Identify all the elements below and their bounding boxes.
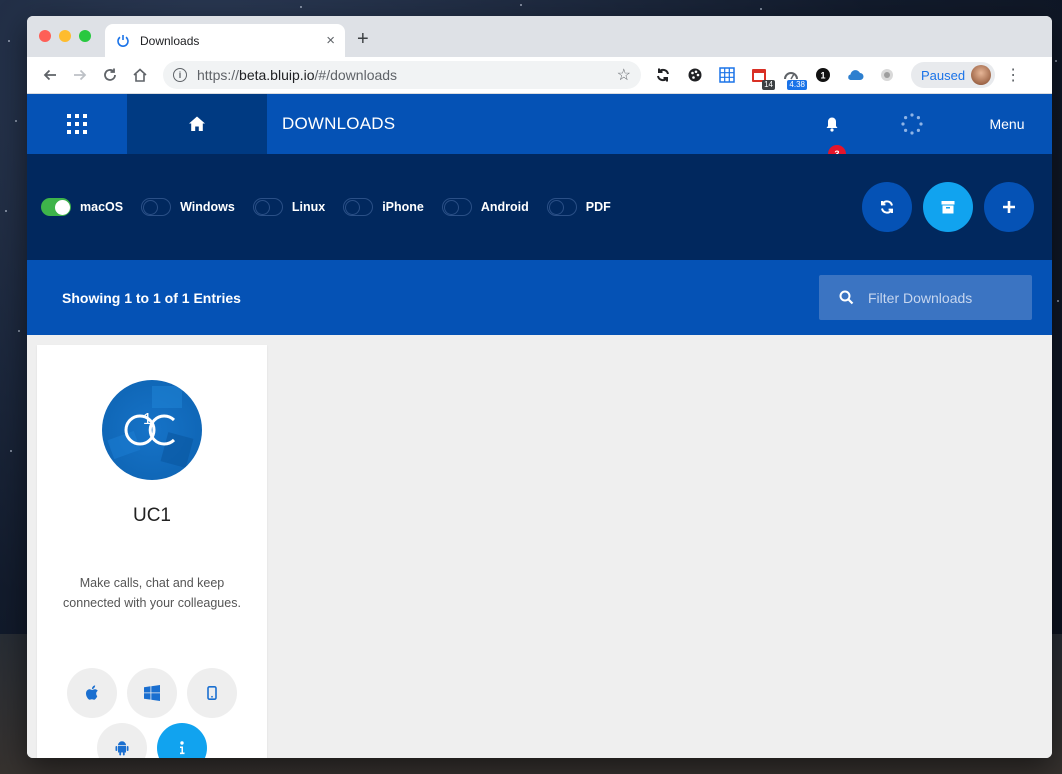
tab-title: Downloads — [140, 33, 200, 48]
filter-android[interactable]: Android — [441, 198, 529, 216]
archive-icon — [941, 201, 955, 214]
maximize-window-button[interactable] — [79, 30, 91, 42]
avatar — [971, 65, 992, 85]
download-mobile-button[interactable] — [187, 668, 237, 718]
add-button[interactable] — [984, 182, 1034, 232]
plus-icon — [1003, 201, 1015, 213]
filter-label: iPhone — [382, 200, 424, 214]
info-icon — [180, 741, 185, 755]
home-nav-icon — [189, 116, 205, 131]
filter-windows[interactable]: Windows — [141, 198, 235, 216]
download-android-button[interactable] — [97, 723, 147, 758]
entries-summary: Showing 1 to 1 of 1 Entries — [62, 289, 241, 306]
info-button[interactable] — [157, 723, 207, 758]
filter-label: Windows — [180, 200, 235, 214]
app-name: UC1 — [132, 505, 171, 526]
home-icon[interactable] — [125, 61, 155, 89]
app-description: Make calls, chat and keep connected with… — [63, 576, 241, 610]
filter-pdf[interactable]: PDF — [546, 198, 611, 216]
action-buttons — [862, 182, 1034, 232]
new-tab-button[interactable]: + — [357, 28, 369, 51]
minimize-window-button[interactable] — [59, 30, 71, 42]
site-info-icon[interactable]: i — [173, 68, 187, 82]
apple-icon — [86, 685, 98, 700]
app-header: DOWNLOADS 3 Menu — [27, 94, 1052, 163]
browser-toolbar: i https:// beta.bluip.io /#/downloads ☆ … — [27, 57, 1052, 94]
loading-dots-icon — [862, 94, 962, 154]
speed-icon[interactable]: 4.38 — [781, 65, 807, 90]
forward-icon[interactable] — [65, 61, 95, 89]
svg-text:1: 1 — [143, 411, 152, 428]
refresh-icon — [881, 200, 893, 214]
tab-downloads[interactable]: Downloads × — [105, 24, 345, 57]
back-icon[interactable] — [35, 61, 65, 89]
filter-linux[interactable]: Linux — [252, 198, 326, 216]
circle-icon[interactable] — [877, 65, 897, 85]
menu-button[interactable]: Menu — [962, 94, 1052, 154]
entries-bar: Showing 1 to 1 of 1 Entries — [27, 260, 1052, 335]
tab-strip: Downloads × + — [27, 16, 1052, 57]
close-window-button[interactable] — [39, 30, 51, 42]
filter-label: Android — [480, 200, 529, 214]
notifications-button[interactable]: 3 — [802, 94, 862, 163]
calendar-badge: 14 — [762, 80, 775, 90]
tab-close-icon[interactable]: × — [326, 32, 335, 49]
download-windows-button[interactable] — [127, 668, 177, 718]
extensions-row: 14 4.38 1 — [653, 65, 897, 90]
download-macos-button[interactable] — [67, 668, 117, 718]
toggle-switch[interactable] — [41, 198, 71, 216]
search-icon — [839, 290, 854, 305]
cloud-icon[interactable] — [845, 65, 865, 85]
one-password-glyph: 1 — [820, 71, 825, 81]
android-icon — [115, 741, 129, 756]
sync-icon[interactable] — [653, 65, 673, 85]
toggle-switch[interactable] — [441, 198, 472, 216]
downloads-content: 1 UC1 Make calls, chat and keep connecte… — [27, 335, 1052, 758]
uc1-logo: 1 — [102, 380, 202, 480]
filter-label: macOS — [80, 200, 124, 214]
one-password-icon[interactable]: 1 — [813, 65, 833, 85]
filter-label: Linux — [291, 200, 326, 214]
filter-label: PDF — [585, 200, 611, 214]
bell-icon — [826, 117, 838, 132]
address-bar[interactable]: i https:// beta.bluip.io /#/downloads ☆ — [163, 61, 641, 89]
apps-grid-icon — [67, 114, 87, 134]
url-path: /#/downloads — [314, 67, 398, 83]
profile-label: Paused — [921, 67, 966, 83]
profile-button[interactable]: Paused — [911, 62, 996, 88]
window-controls — [39, 30, 91, 42]
toggle-switch[interactable] — [252, 198, 283, 216]
refresh-button[interactable] — [862, 182, 912, 232]
windows-icon — [144, 685, 160, 701]
platform-filter-bar: macOS Windows Linux iPhone Android PDF — [27, 154, 1052, 260]
more-options-icon[interactable]: ⋮ — [1005, 65, 1021, 85]
palette-icon[interactable] — [685, 65, 705, 85]
bookmark-star-icon[interactable]: ☆ — [617, 65, 631, 85]
grid-icon[interactable] — [717, 65, 737, 85]
toggle-switch[interactable] — [546, 198, 577, 216]
archive-button[interactable] — [923, 182, 973, 232]
filter-downloads-field[interactable] — [819, 275, 1032, 320]
home-button[interactable] — [127, 94, 267, 154]
power-icon — [115, 33, 131, 49]
filter-iphone[interactable]: iPhone — [343, 198, 424, 216]
filter-downloads-input[interactable] — [868, 289, 1018, 306]
calendar-icon[interactable]: 14 — [749, 65, 775, 90]
filter-macos[interactable]: macOS — [41, 198, 123, 216]
download-card: 1 UC1 Make calls, chat and keep connecte… — [37, 345, 267, 758]
reload-icon[interactable] — [95, 61, 125, 89]
toggle-switch[interactable] — [141, 198, 172, 216]
toggle-switch[interactable] — [343, 198, 374, 216]
mobile-icon — [207, 686, 217, 700]
url-host: beta.bluip.io — [239, 67, 315, 83]
speed-badge: 4.38 — [787, 80, 807, 90]
apps-grid-button[interactable] — [27, 94, 127, 154]
browser-window: Downloads × + i https:// beta.bluip.io /… — [27, 16, 1052, 758]
page-title: DOWNLOADS — [282, 114, 396, 133]
url-scheme: https:// — [197, 67, 240, 83]
